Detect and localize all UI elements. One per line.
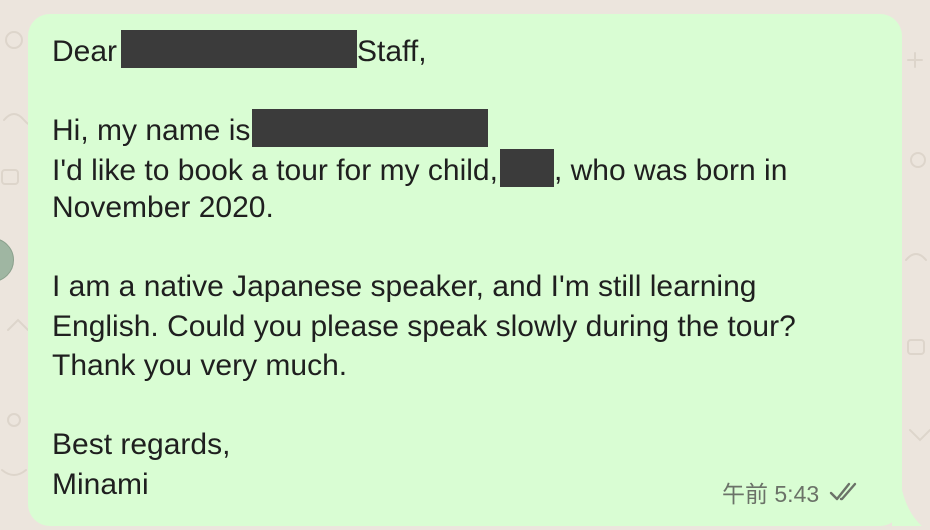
message-timestamp: 午前 5:43 bbox=[722, 481, 820, 507]
paragraph2-line2: English. Could you please speak slowly d… bbox=[52, 309, 796, 343]
message-meta: 午前 5:43 bbox=[722, 474, 863, 510]
double-check-icon bbox=[829, 482, 857, 501]
message-text: Dear Staff, Hi, my name is I'd like to bo… bbox=[52, 30, 892, 504]
redacted-child-name bbox=[499, 148, 554, 187]
bubble-tail bbox=[892, 490, 922, 526]
greeting-suffix: Staff, bbox=[357, 35, 427, 68]
greeting-prefix: Dear bbox=[52, 35, 118, 68]
booking-end-line: November 2020. bbox=[52, 191, 274, 224]
intro-text: Hi, my name is bbox=[52, 114, 251, 147]
redacted-organization bbox=[121, 30, 358, 68]
booking-suffix: , who was born in bbox=[553, 153, 788, 187]
redacted-name bbox=[252, 109, 489, 147]
intro-line: Hi, my name is bbox=[52, 109, 892, 149]
booking-line: I'd like to book a tour for my child, , w… bbox=[52, 148, 892, 189]
paragraph2-line1: I am a native Japanese speaker, and I'm … bbox=[52, 270, 757, 303]
closing-line: Best regards, bbox=[52, 428, 231, 461]
booking-prefix: I'd like to book a tour for my child, bbox=[52, 153, 498, 187]
greeting-line: Dear Staff, bbox=[52, 30, 892, 70]
paragraph2-line3: Thank you very much. bbox=[52, 349, 348, 382]
chat-view: Dear Staff, Hi, my name is I'd like to bo… bbox=[0, 0, 930, 530]
